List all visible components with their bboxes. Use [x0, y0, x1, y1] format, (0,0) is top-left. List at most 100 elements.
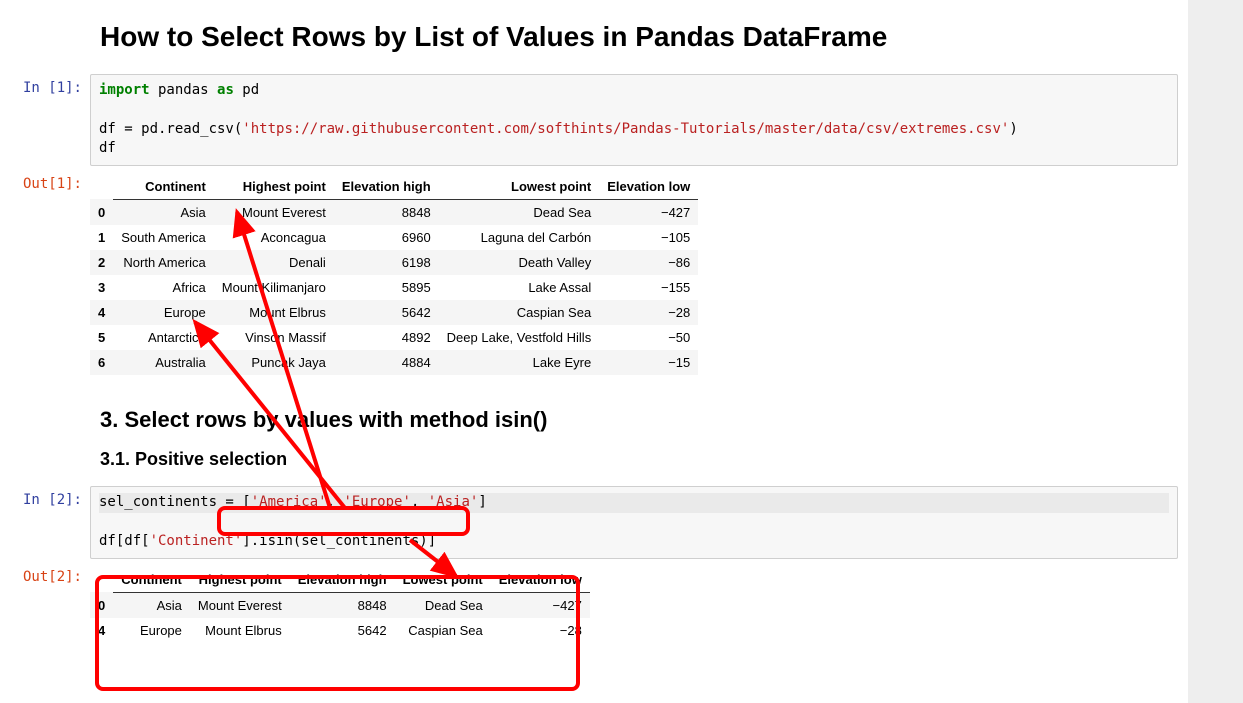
cell: −427 — [599, 199, 698, 225]
code-text: df — [99, 140, 116, 156]
cell: Laguna del Carbón — [439, 225, 600, 250]
cell: Mount Elbrus — [214, 300, 334, 325]
code-text: df = pd.read_csv( — [99, 121, 242, 137]
code-cell-1: In [1]: import pandas as pd df = pd.read… — [0, 72, 1188, 168]
prompt-in-1: In [1]: — [0, 74, 90, 97]
cell: 8848 — [290, 592, 395, 618]
dataframe-table-2: ContinentHighest pointElevation highLowe… — [90, 567, 590, 643]
row-index: 1 — [90, 225, 113, 250]
table-row: 2North AmericaDenali6198Death Valley−86 — [90, 250, 698, 275]
keyword-import: import — [99, 82, 150, 98]
column-header: Lowest point — [439, 174, 600, 200]
column-header: Elevation high — [290, 567, 395, 593]
cell: Death Valley — [439, 250, 600, 275]
code-text: ] — [478, 494, 486, 510]
table-row: 4EuropeMount Elbrus5642Caspian Sea−28 — [90, 300, 698, 325]
cell: −28 — [599, 300, 698, 325]
code-input-1[interactable]: import pandas as pd df = pd.read_csv('ht… — [90, 74, 1178, 166]
row-index: 0 — [90, 199, 113, 225]
code-text: pd — [234, 82, 259, 98]
cell: Africa — [113, 275, 214, 300]
cell: Lake Assal — [439, 275, 600, 300]
table-row: 0AsiaMount Everest8848Dead Sea−427 — [90, 199, 698, 225]
output-1: ContinentHighest pointElevation highLowe… — [90, 170, 1178, 375]
subsection-heading: 3.1. Positive selection — [100, 449, 1188, 470]
table-header-row: ContinentHighest pointElevation highLowe… — [90, 174, 698, 200]
column-header: Elevation low — [491, 567, 590, 593]
prompt-out-2: Out[2]: — [0, 563, 90, 586]
cell: Asia — [113, 592, 190, 618]
page-title: How to Select Rows by List of Values in … — [100, 20, 1188, 54]
code-text: ) — [1009, 121, 1017, 137]
cell: Asia — [113, 199, 214, 225]
cell: 6198 — [334, 250, 439, 275]
cell: Denali — [214, 250, 334, 275]
output-2: ContinentHighest pointElevation highLowe… — [90, 563, 1178, 643]
cell: Vinson Massif — [214, 325, 334, 350]
string-continent: 'Continent' — [150, 533, 243, 549]
table-row: 6AustraliaPuncak Jaya4884Lake Eyre−15 — [90, 350, 698, 375]
code-text: sel_continents = [ — [99, 494, 251, 510]
right-gutter — [1188, 0, 1243, 703]
cell: 4892 — [334, 325, 439, 350]
cell: −86 — [599, 250, 698, 275]
column-header: Elevation high — [334, 174, 439, 200]
output-cell-1: Out[1]: ContinentHighest pointElevation … — [0, 168, 1188, 377]
cell: −15 — [599, 350, 698, 375]
code-cell-2: In [2]: sel_continents = ['America', 'Eu… — [0, 484, 1188, 561]
cell: 8848 — [334, 199, 439, 225]
cell: Mount Kilimanjaro — [214, 275, 334, 300]
cell: 5642 — [334, 300, 439, 325]
row-index: 4 — [90, 618, 113, 643]
cell: Caspian Sea — [395, 618, 491, 643]
cell: 5895 — [334, 275, 439, 300]
table-row: 5AntarcticaVinson Massif4892Deep Lake, V… — [90, 325, 698, 350]
cell: Lake Eyre — [439, 350, 600, 375]
row-index: 4 — [90, 300, 113, 325]
cell: 4884 — [334, 350, 439, 375]
table-header-row: ContinentHighest pointElevation highLowe… — [90, 567, 590, 593]
string-america: 'America' — [251, 494, 327, 510]
comma: , — [327, 494, 344, 510]
cell: Europe — [113, 300, 214, 325]
cell: Deep Lake, Vestfold Hills — [439, 325, 600, 350]
cell: −427 — [491, 592, 590, 618]
table-row: 1South AmericaAconcagua6960Laguna del Ca… — [90, 225, 698, 250]
cell: Australia — [113, 350, 214, 375]
row-index: 2 — [90, 250, 113, 275]
column-header: Continent — [113, 567, 190, 593]
cell: 6960 — [334, 225, 439, 250]
cell: South America — [113, 225, 214, 250]
column-header: Continent — [113, 174, 214, 200]
comma: , — [411, 494, 428, 510]
row-index: 6 — [90, 350, 113, 375]
code-text: ].isin(sel_continents)] — [242, 533, 436, 549]
cell: Puncak Jaya — [214, 350, 334, 375]
prompt-out-1: Out[1]: — [0, 170, 90, 193]
cell: Mount Everest — [190, 592, 290, 618]
cell: Aconcagua — [214, 225, 334, 250]
string-url: 'https://raw.githubusercontent.com/softh… — [242, 121, 1009, 137]
cell: Europe — [113, 618, 190, 643]
cell: −50 — [599, 325, 698, 350]
table-row: 3AfricaMount Kilimanjaro5895Lake Assal−1… — [90, 275, 698, 300]
cell: Mount Everest — [214, 199, 334, 225]
row-index: 3 — [90, 275, 113, 300]
cell: Dead Sea — [395, 592, 491, 618]
prompt-in-2: In [2]: — [0, 486, 90, 509]
code-text: pandas — [150, 82, 217, 98]
column-header: Highest point — [190, 567, 290, 593]
table-row: 0AsiaMount Everest8848Dead Sea−427 — [90, 592, 590, 618]
row-index: 0 — [90, 592, 113, 618]
row-index: 5 — [90, 325, 113, 350]
cell: Dead Sea — [439, 199, 600, 225]
dataframe-table-1: ContinentHighest pointElevation highLowe… — [90, 174, 698, 375]
cell: −28 — [491, 618, 590, 643]
cell: Caspian Sea — [439, 300, 600, 325]
cell: 5642 — [290, 618, 395, 643]
column-header: Elevation low — [599, 174, 698, 200]
column-header: Highest point — [214, 174, 334, 200]
cell: Antarctica — [113, 325, 214, 350]
code-text: df[df[ — [99, 533, 150, 549]
code-input-2[interactable]: sel_continents = ['America', 'Europe', '… — [90, 486, 1178, 559]
